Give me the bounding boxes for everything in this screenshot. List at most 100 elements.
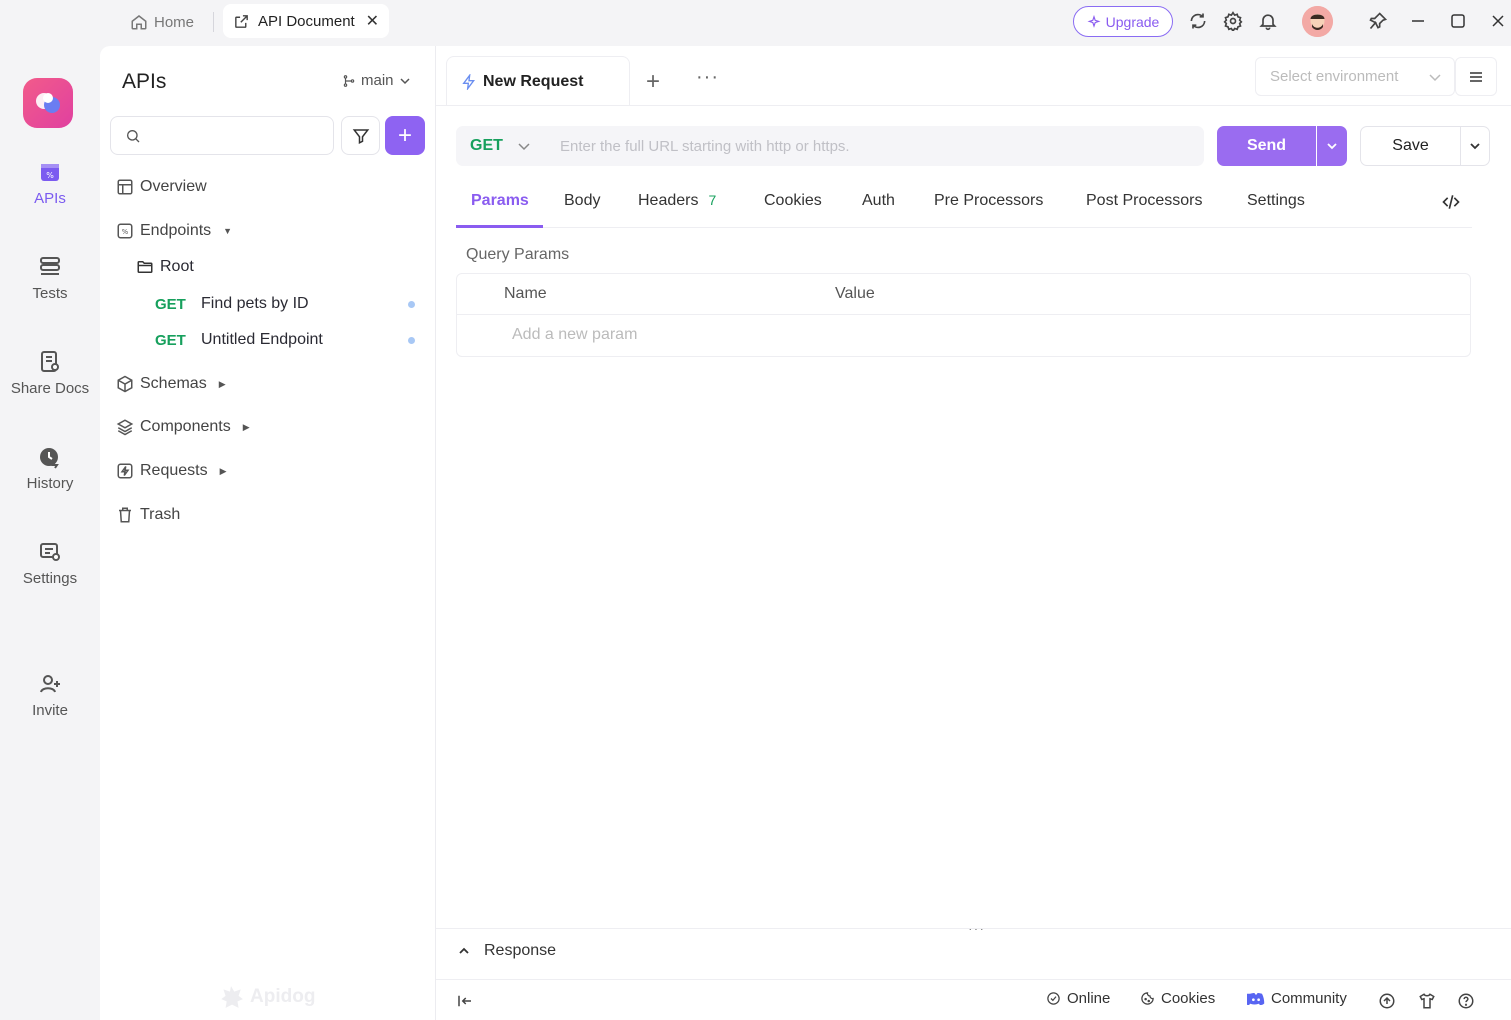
shirt-icon[interactable] [1418, 992, 1436, 1010]
chevron-down-icon [1326, 140, 1338, 152]
tab-settings[interactable]: Settings [1247, 192, 1305, 210]
branch-selector[interactable]: main [342, 72, 411, 89]
rail-item-share-docs[interactable]: Share Docs [0, 350, 100, 397]
folder-label: Root [160, 258, 194, 275]
tab-cookies[interactable]: Cookies [764, 192, 822, 210]
online-status[interactable]: Online [1046, 990, 1110, 1007]
request-section-tabs: Params Body Headers 7 Cookies Auth Pre Pr… [456, 178, 1472, 228]
request-panel: New Request + ··· Select environment GET… [436, 46, 1511, 1020]
sidebar-item-label: Endpoints [140, 222, 212, 239]
gear-icon[interactable] [1222, 10, 1244, 32]
apidog-logo[interactable] [23, 78, 73, 128]
method-select[interactable]: GET [456, 137, 546, 155]
rail-item-label: History [26, 475, 74, 492]
pin-icon[interactable] [1367, 10, 1389, 32]
minimize-icon[interactable] [1407, 10, 1429, 32]
bell-icon[interactable] [1257, 10, 1279, 32]
apidog-watermark: Apidog [218, 984, 315, 1010]
add-param-input[interactable]: Add a new param [512, 326, 637, 344]
layout-icon [116, 178, 134, 196]
request-tab-label: New Request [483, 72, 584, 90]
rail-item-history[interactable]: History [0, 445, 100, 492]
tab-headers[interactable]: Headers 7 [638, 192, 716, 210]
url-bar: GET [456, 126, 1204, 166]
sidebar-title: APIs [122, 70, 167, 93]
close-window-icon[interactable] [1487, 10, 1509, 32]
upgrade-button[interactable]: Upgrade [1073, 6, 1173, 37]
community-label: Community [1271, 990, 1347, 1007]
rail-item-invite[interactable]: Invite [0, 672, 100, 719]
endpoint-item[interactable]: GET Untitled Endpoint [155, 331, 415, 349]
sidebar-item-overview[interactable]: Overview [116, 178, 207, 196]
status-dot [408, 300, 415, 308]
environment-menu-button[interactable] [1455, 57, 1497, 96]
filter-button[interactable] [341, 116, 380, 155]
tab-new-request[interactable]: New Request [446, 56, 630, 106]
sync-icon[interactable] [1187, 10, 1209, 32]
folder-root[interactable]: Root [136, 258, 194, 276]
table-header: Name Value [457, 274, 1470, 315]
status-dot [408, 336, 415, 344]
tab-post-processors[interactable]: Post Processors [1086, 192, 1202, 210]
sidebar-item-trash[interactable]: Trash [116, 506, 180, 524]
tab-pre-processors[interactable]: Pre Processors [934, 192, 1043, 210]
svg-text:%: % [122, 228, 129, 236]
endpoint-name: Untitled Endpoint [201, 331, 323, 348]
rail-item-settings[interactable]: Settings [0, 540, 100, 587]
more-tabs-button[interactable]: ··· [696, 66, 719, 89]
headers-count-badge: 7 [708, 192, 717, 208]
sidebar-item-schemas[interactable]: Schemas ▶ [116, 375, 226, 393]
tab-auth[interactable]: Auth [862, 192, 895, 210]
environment-select[interactable]: Select environment [1255, 57, 1455, 96]
method-label: GET [470, 137, 503, 154]
title-bar: Home API Document ✕ Upgrade [0, 0, 1511, 44]
cookies-button[interactable]: Cookies [1140, 990, 1215, 1007]
rail-item-apis[interactable]: % APIs [0, 160, 100, 207]
sidebar-item-label: Overview [140, 178, 207, 195]
save-options-button[interactable] [1460, 126, 1490, 166]
collapse-sidebar-icon[interactable] [456, 992, 474, 1010]
tab-body[interactable]: Body [564, 192, 600, 210]
url-input[interactable] [560, 137, 1200, 155]
tab-params[interactable]: Params [471, 192, 529, 210]
tab-home[interactable]: Home [130, 8, 194, 36]
column-value-header: Value [835, 285, 875, 302]
history-icon [38, 445, 62, 469]
caret-down-icon: ▼ [223, 226, 233, 236]
search-input[interactable] [149, 127, 319, 144]
code-icon[interactable] [1441, 192, 1461, 212]
close-tab-icon[interactable]: ✕ [366, 11, 379, 31]
lightning-box-icon [116, 462, 134, 480]
sparkle-icon [1087, 14, 1101, 29]
apidog-watermark-icon [218, 984, 244, 1010]
active-tab-indicator [456, 225, 543, 228]
maximize-icon[interactable] [1447, 10, 1469, 32]
help-icon[interactable] [1457, 992, 1475, 1010]
send-options-button[interactable] [1317, 126, 1347, 166]
community-button[interactable]: Community [1247, 990, 1347, 1007]
apis-icon: % [38, 160, 62, 184]
left-rail: % APIs Tests Share Docs History Settings… [0, 44, 100, 1020]
response-toggle[interactable]: Response [458, 942, 556, 960]
save-button[interactable]: Save [1360, 126, 1461, 166]
chevron-up-icon [458, 945, 470, 957]
sidebar-search[interactable] [110, 116, 334, 155]
avatar[interactable] [1302, 6, 1333, 37]
endpoint-method: GET [155, 295, 186, 313]
home-icon [130, 13, 148, 31]
endpoints-icon: % [116, 222, 134, 240]
upload-icon[interactable] [1378, 992, 1396, 1010]
new-tab-button[interactable]: + [646, 68, 660, 96]
layers-icon [116, 418, 134, 436]
sidebar-item-components[interactable]: Components ▶ [116, 418, 250, 436]
endpoint-item[interactable]: GET Find pets by ID [155, 295, 415, 313]
tab-api-document[interactable]: API Document ✕ [223, 4, 389, 38]
rail-item-tests[interactable]: Tests [0, 255, 100, 302]
chevron-down-icon [1469, 140, 1481, 152]
chevron-down-icon [1428, 70, 1442, 84]
sidebar-item-requests[interactable]: Requests ▶ [116, 462, 227, 480]
sidebar-item-endpoints[interactable]: % Endpoints ▼ [116, 222, 232, 240]
send-button[interactable]: Send [1217, 126, 1316, 166]
add-button[interactable]: + [385, 116, 425, 155]
rail-item-label: Tests [32, 285, 68, 302]
